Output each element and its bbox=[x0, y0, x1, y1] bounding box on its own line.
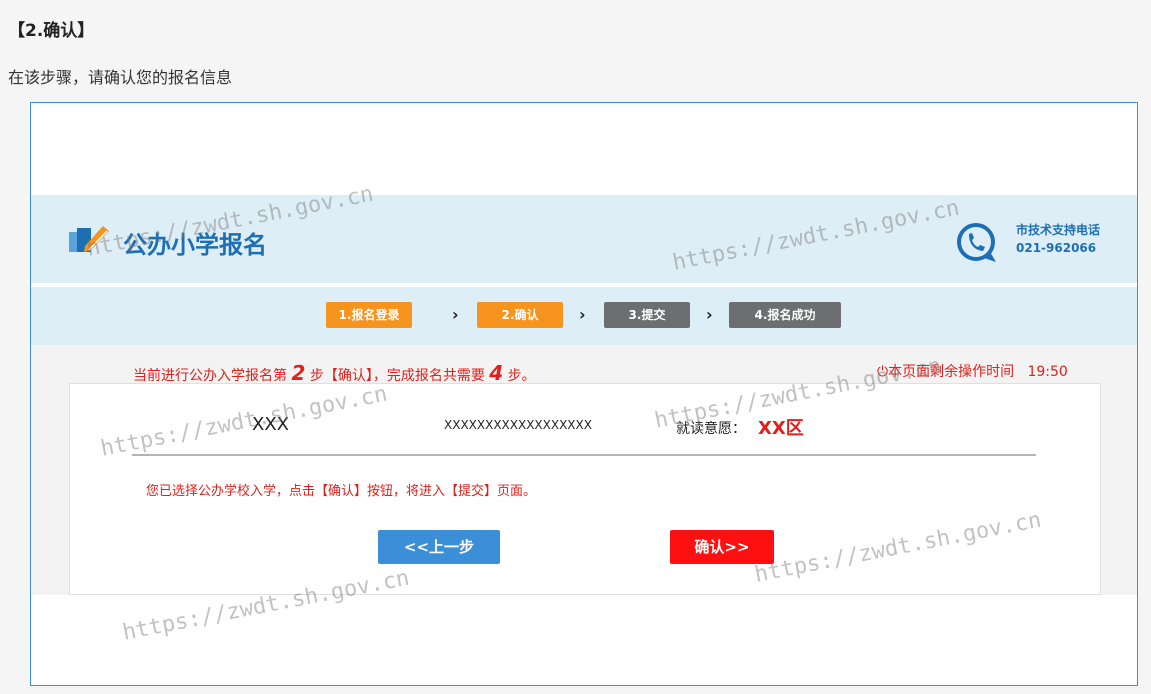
screenshot-frame: 公办小学报名 市技术支持电话 021-962066 1.报名登录 › 2.确认 … bbox=[30, 102, 1138, 686]
site-header: 公办小学报名 市技术支持电话 021-962066 bbox=[31, 195, 1137, 283]
divider bbox=[132, 454, 1036, 456]
step-arrow-icon: › bbox=[579, 305, 586, 324]
applicant-name: XXX bbox=[252, 414, 289, 435]
progress-suffix: 步。 bbox=[507, 368, 536, 384]
step-confirm: 2.确认 bbox=[477, 302, 563, 328]
timer-label: 本页面剩余操作时间 bbox=[888, 364, 1015, 380]
confirm-content: 当前进行公办入学报名第 2 步【确认】，完成报名共需要 4 步。 ⏻本页面剩余操… bbox=[31, 345, 1137, 595]
step-submit: 3.提交 bbox=[604, 302, 690, 328]
confirm-button[interactable]: 确认>> bbox=[670, 530, 774, 564]
timer-value: 19:50 bbox=[1027, 364, 1068, 380]
step-login: 1.报名登录 bbox=[326, 302, 412, 328]
school-logo-icon bbox=[69, 226, 109, 252]
support-contact: 市技术支持电话 021-962066 bbox=[1016, 221, 1100, 257]
site-title: 公办小学报名 bbox=[123, 231, 267, 259]
support-phone: 021-962066 bbox=[1016, 241, 1097, 255]
progress-prefix: 当前进行公办入学报名第 bbox=[133, 368, 287, 384]
phone-support-icon bbox=[957, 223, 996, 262]
applicant-card: XXX XXXXXXXXXXXXXXXXXX 就读意愿： XX区 您已选择公办学… bbox=[69, 383, 1101, 595]
preference-value: XX区 bbox=[758, 418, 804, 439]
current-step-number: 2 bbox=[291, 361, 306, 385]
support-label: 市技术支持电话 bbox=[1016, 223, 1101, 237]
preference-label: 就读意愿： bbox=[676, 421, 746, 437]
total-steps-number: 4 bbox=[489, 361, 504, 385]
confirm-notice: 您已选择公办学校入学，点击【确认】按钮，将进入【提交】页面。 bbox=[146, 484, 537, 499]
step-arrow-icon: › bbox=[452, 305, 459, 324]
progress-middle: 步【确认】，完成报名共需要 bbox=[309, 368, 485, 384]
countdown-timer: ⏻本页面剩余操作时间 19:50 bbox=[877, 361, 1068, 381]
section-description: 在该步骤，请确认您的报名信息 bbox=[8, 68, 233, 87]
progress-text: 当前进行公办入学报名第 2 步【确认】，完成报名共需要 4 步。 bbox=[133, 361, 536, 385]
applicant-id-number: XXXXXXXXXXXXXXXXXX bbox=[444, 418, 592, 432]
section-title: 【2.确认】 bbox=[8, 21, 95, 41]
step-progress-bar: 1.报名登录 › 2.确认 › 3.提交 › 4.报名成功 bbox=[31, 287, 1137, 345]
previous-step-button[interactable]: <<上一步 bbox=[378, 530, 500, 564]
step-arrow-icon: › bbox=[706, 305, 713, 324]
clock-icon: ⏻ bbox=[877, 364, 889, 380]
step-success: 4.报名成功 bbox=[729, 302, 841, 328]
